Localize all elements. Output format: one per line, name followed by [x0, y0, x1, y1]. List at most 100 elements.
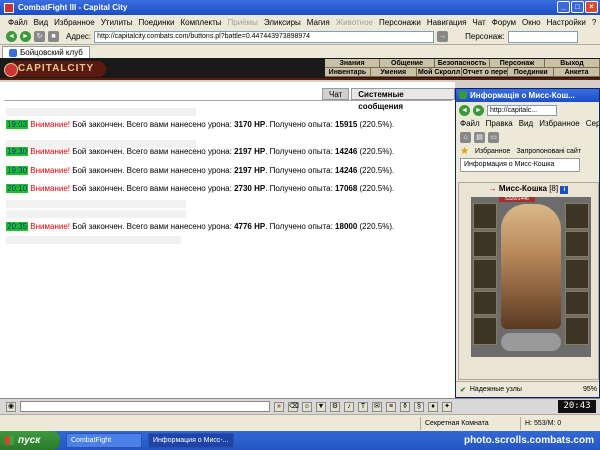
- smiley-icon[interactable]: ☺: [302, 401, 312, 412]
- menu-animal[interactable]: Животное: [336, 18, 373, 27]
- minimize-icon[interactable]: _: [557, 1, 570, 13]
- popup-forward-icon[interactable]: ►: [473, 104, 484, 116]
- popup-tab[interactable]: Информация о Мисс-Кошка: [460, 158, 580, 172]
- popup-print-icon[interactable]: ▤: [474, 131, 485, 143]
- legs-slot[interactable]: [565, 317, 589, 345]
- forward-icon[interactable]: ►: [20, 31, 31, 42]
- game-menu-character[interactable]: Персонаж: [490, 59, 545, 68]
- go-icon[interactable]: →: [437, 31, 449, 42]
- menu-elixirs[interactable]: Эликсиры: [264, 18, 301, 27]
- popup-page-icon[interactable]: ▭: [488, 131, 499, 143]
- stop-icon[interactable]: ■: [48, 31, 59, 42]
- clear-icon[interactable]: ⌫: [288, 401, 299, 412]
- game-menu-fights[interactable]: Поединки: [508, 68, 555, 77]
- popup-back-icon[interactable]: ◄: [459, 104, 470, 116]
- filter-icon[interactable]: ▼: [316, 401, 326, 412]
- magic-icon[interactable]: ✦: [442, 401, 452, 412]
- game-menu-skills[interactable]: Умения: [370, 68, 417, 77]
- tab-fight-club[interactable]: Бойцовский клуб: [2, 46, 90, 58]
- refresh-icon[interactable]: ↻: [34, 31, 45, 42]
- maximize-icon[interactable]: □: [571, 1, 584, 13]
- check-icon: ✔: [460, 386, 466, 394]
- game-menu-security[interactable]: Безопасность: [435, 59, 490, 68]
- menu-tricks[interactable]: Приёмы: [228, 18, 258, 27]
- url-field[interactable]: http://capitalcity.combats.com/buttons.p…: [94, 30, 435, 43]
- close-icon[interactable]: ×: [585, 1, 598, 13]
- popup-menu-edit[interactable]: Правка: [486, 118, 513, 130]
- message-time[interactable]: 19:03: [6, 120, 29, 129]
- menu-characters[interactable]: Персонажи: [379, 18, 421, 27]
- game-menu-communication[interactable]: Общение: [380, 59, 435, 68]
- system-message: 20:35 Внимание! Бой закончен. Всего вами…: [6, 222, 394, 231]
- info-icon[interactable]: i: [560, 186, 569, 194]
- helmet-slot[interactable]: [473, 203, 497, 229]
- damage-value: 3170 HP: [234, 120, 266, 129]
- private-icon[interactable]: ✉: [372, 401, 382, 412]
- shield-slot[interactable]: [565, 291, 589, 315]
- chat-input[interactable]: [20, 401, 270, 412]
- popup-menu-file[interactable]: Файл: [460, 118, 480, 130]
- boots-slot[interactable]: [473, 317, 497, 345]
- zoom-level[interactable]: 95%: [583, 386, 597, 393]
- weapon-slot[interactable]: [473, 231, 497, 257]
- popup-menu-tools[interactable]: Сервис: [586, 118, 599, 130]
- character-name[interactable]: Мисс-Кошка: [499, 184, 547, 193]
- amulet-slot[interactable]: [565, 231, 589, 257]
- popup-title[interactable]: Информація о Мисс-Кош...: [456, 89, 599, 102]
- game-menu-exit[interactable]: Выход: [545, 59, 600, 68]
- chat-options-icon[interactable]: ◉: [6, 401, 16, 412]
- back-icon[interactable]: ◄: [6, 31, 17, 42]
- exp-percent: (220.5%).: [357, 147, 395, 156]
- persona-select[interactable]: [507, 30, 578, 43]
- send-icon[interactable]: »: [274, 401, 284, 412]
- favorites-star-icon[interactable]: ★: [460, 146, 469, 157]
- message-time[interactable]: 20:35: [6, 222, 29, 231]
- menu-fights[interactable]: Поединки: [138, 18, 174, 27]
- earring-slot[interactable]: [565, 203, 589, 229]
- translit-icon[interactable]: T: [358, 401, 368, 412]
- tab-system-messages[interactable]: Системные сообщения: [351, 88, 455, 111]
- scroll-icon[interactable]: §: [414, 401, 424, 412]
- damage-value: 2197 HP: [234, 147, 266, 156]
- bottle-icon[interactable]: ⚱: [400, 401, 410, 412]
- popup-favorites-link[interactable]: Избранное: [475, 148, 510, 155]
- menu-window[interactable]: Окно: [522, 18, 541, 27]
- menu-view[interactable]: Вид: [34, 18, 48, 27]
- menu-bar: Файл Вид Избранное Утилиты Поединки Комп…: [0, 15, 600, 29]
- game-menu-profile[interactable]: Анкета: [554, 68, 600, 77]
- menu-forum[interactable]: Форум: [492, 18, 516, 27]
- history-icon[interactable]: ≡: [386, 401, 396, 412]
- message-time[interactable]: 19:30: [6, 147, 29, 156]
- message-time[interactable]: 19:30: [6, 166, 29, 175]
- menu-navigation[interactable]: Навигация: [427, 18, 467, 27]
- menu-sets[interactable]: Комплекты: [180, 18, 221, 27]
- menu-magic[interactable]: Магия: [307, 18, 330, 27]
- game-menu-inventory[interactable]: Инвентарь: [325, 68, 371, 77]
- settings-icon[interactable]: ⚙: [330, 401, 340, 412]
- menu-file[interactable]: Файл: [8, 18, 28, 27]
- item-icon[interactable]: ♦: [428, 401, 438, 412]
- armor-slot[interactable]: [473, 259, 497, 289]
- menu-help[interactable]: ?: [592, 18, 596, 27]
- game-menu-knowledge[interactable]: Знания: [325, 59, 380, 68]
- taskbar-item-combatfight[interactable]: CombatFight: [66, 433, 142, 448]
- popup-url-field[interactable]: http://capitalc...: [487, 104, 557, 116]
- gloves-slot[interactable]: [565, 259, 589, 289]
- menu-chat[interactable]: Чат: [472, 18, 485, 27]
- window-title: CombatFight III - Capital City: [18, 3, 128, 12]
- popup-suggested-sites[interactable]: Запропоновані сайт: [516, 148, 581, 155]
- taskbar-item-info[interactable]: Информация о Мисс-...: [148, 433, 234, 448]
- belt-slot[interactable]: [473, 291, 497, 315]
- popup-menu-view[interactable]: Вид: [519, 118, 533, 130]
- tab-chat[interactable]: Чат: [322, 88, 350, 100]
- game-menu-transfers[interactable]: Отчет о переводах: [462, 68, 509, 77]
- menu-utilities[interactable]: Утилиты: [101, 18, 133, 27]
- start-button[interactable]: пуск: [0, 431, 60, 450]
- message-time[interactable]: 20:10: [6, 184, 29, 193]
- menu-favorites[interactable]: Избранное: [54, 18, 95, 27]
- popup-home-icon[interactable]: ⌂: [460, 131, 471, 143]
- menu-settings[interactable]: Настройки: [547, 18, 586, 27]
- popup-menu-favorites[interactable]: Избранное: [539, 118, 580, 130]
- sound-icon[interactable]: ♪: [344, 401, 354, 412]
- game-menu-my-scroll[interactable]: Мой Скролл: [416, 68, 463, 77]
